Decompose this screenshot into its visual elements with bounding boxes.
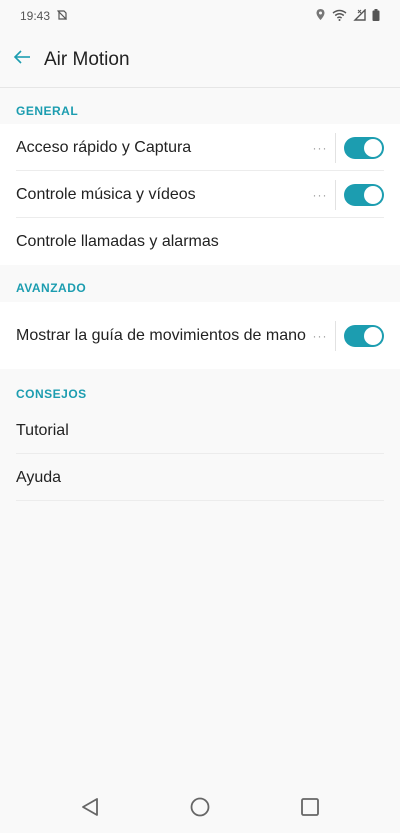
toggle-knob bbox=[364, 326, 382, 345]
setting-label: Ayuda bbox=[16, 469, 62, 486]
section-header-general: GENERAL bbox=[16, 104, 79, 118]
setting-row-tutorial[interactable]: Tutorial bbox=[0, 407, 400, 454]
section-header-avanzado: AVANZADO bbox=[16, 281, 87, 295]
toggle-switch[interactable] bbox=[344, 183, 384, 206]
do-not-disturb-icon bbox=[56, 9, 68, 24]
vertical-divider bbox=[335, 320, 336, 351]
setting-row-acceso-rapido[interactable]: Acceso rápido y Captura ··· bbox=[0, 124, 400, 171]
back-triangle-icon bbox=[81, 797, 99, 822]
home-circle-icon bbox=[190, 797, 210, 822]
status-bar: 19:43 bbox=[0, 0, 400, 32]
setting-label: Acceso rápido y Captura bbox=[16, 139, 192, 156]
setting-row-ayuda[interactable]: Ayuda bbox=[0, 454, 400, 501]
setting-row-controle-llamadas[interactable]: Controle llamadas y alarmas bbox=[0, 218, 400, 265]
wifi-icon bbox=[332, 9, 347, 24]
setting-row-controle-musica[interactable]: Controle música y vídeos ··· bbox=[0, 171, 400, 218]
nav-home-button[interactable] bbox=[188, 797, 212, 821]
setting-label: Tutorial bbox=[16, 422, 69, 439]
section-avanzado: Mostrar la guía de movimientos de mano ·… bbox=[0, 302, 400, 369]
vertical-divider bbox=[335, 132, 336, 163]
toggle-knob bbox=[364, 138, 382, 157]
row-controls: ··· bbox=[309, 132, 384, 163]
row-controls: ··· bbox=[309, 320, 384, 351]
toggle-knob bbox=[364, 185, 382, 204]
status-left: 19:43 bbox=[20, 9, 68, 24]
nav-recents-button[interactable] bbox=[298, 797, 322, 821]
toggle-switch[interactable] bbox=[344, 136, 384, 159]
app-bar: Air Motion bbox=[0, 32, 400, 88]
setting-label: Mostrar la guía de movimientos de mano bbox=[16, 327, 306, 344]
back-button[interactable] bbox=[0, 38, 44, 82]
location-icon bbox=[315, 8, 326, 24]
row-controls: ··· bbox=[309, 179, 384, 210]
setting-row-mostrar-guia[interactable]: Mostrar la guía de movimientos de mano ·… bbox=[0, 302, 400, 369]
more-options-icon[interactable]: ··· bbox=[309, 188, 331, 202]
nav-back-button[interactable] bbox=[78, 797, 102, 821]
recents-square-icon bbox=[300, 797, 320, 822]
section-header-consejos: CONSEJOS bbox=[16, 387, 87, 401]
battery-icon bbox=[372, 8, 380, 24]
setting-label: Controle llamadas y alarmas bbox=[16, 233, 219, 250]
page-title: Air Motion bbox=[44, 48, 130, 70]
toggle-switch[interactable] bbox=[344, 324, 384, 347]
system-nav-bar bbox=[0, 785, 400, 833]
arrow-left-icon bbox=[13, 50, 31, 69]
section-general: Acceso rápido y Captura ··· Controle mús… bbox=[0, 124, 400, 265]
status-right bbox=[315, 7, 380, 24]
more-options-icon[interactable]: ··· bbox=[309, 329, 331, 343]
vertical-divider bbox=[335, 179, 336, 210]
section-consejos: Tutorial Ayuda bbox=[0, 407, 400, 501]
status-time: 19:43 bbox=[20, 9, 51, 23]
row-divider bbox=[16, 500, 384, 501]
setting-label: Controle música y vídeos bbox=[16, 186, 196, 203]
signal-icon bbox=[353, 7, 366, 24]
more-options-icon[interactable]: ··· bbox=[309, 141, 331, 155]
